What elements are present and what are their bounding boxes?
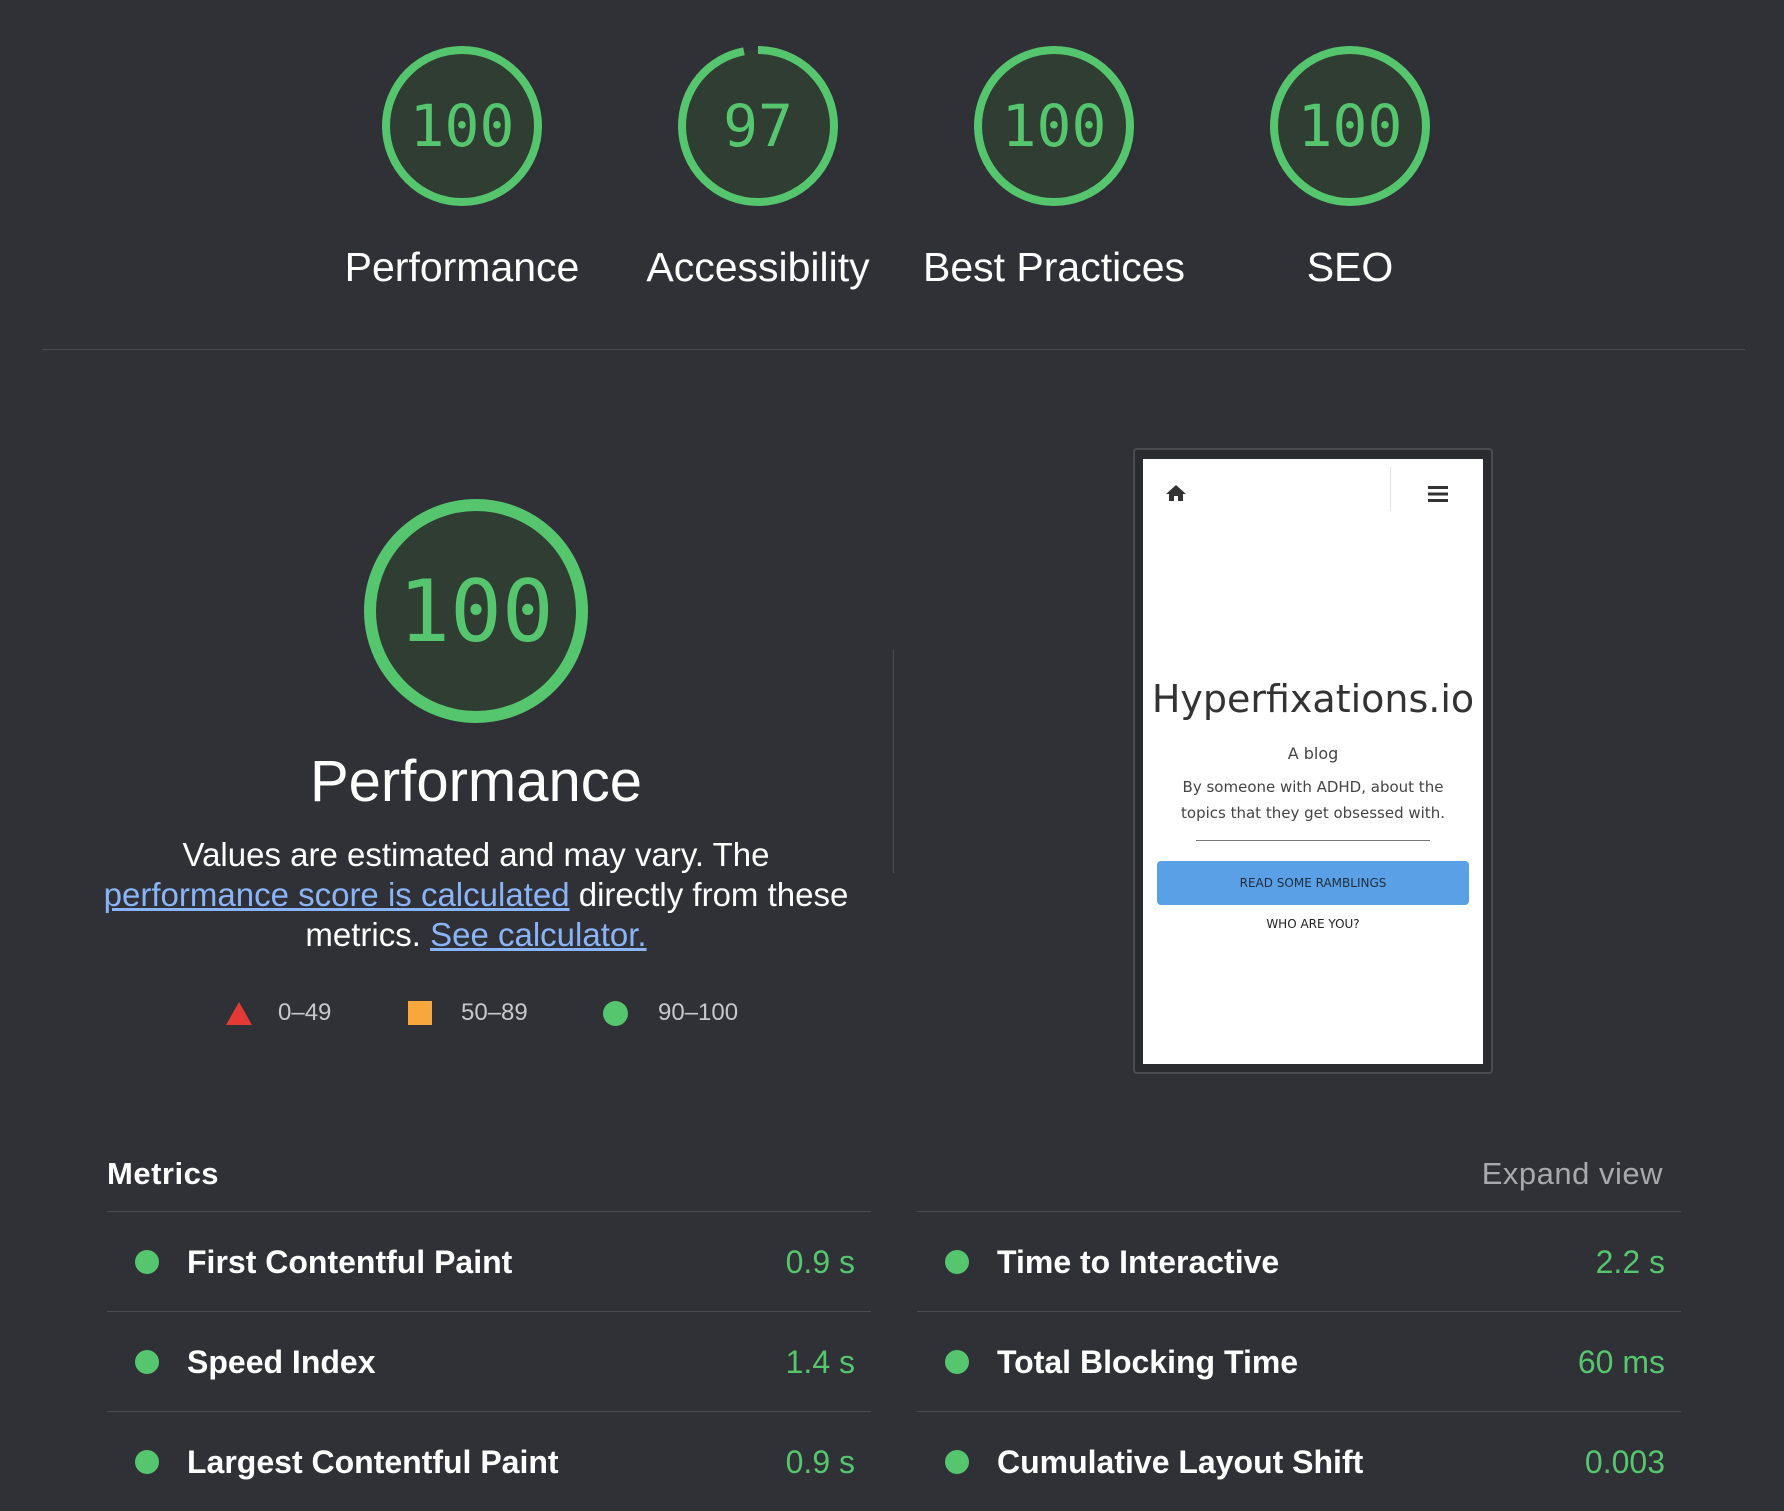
performance-description: Values are estimated and may vary. The p…	[100, 835, 852, 955]
gauge-best-practices-ring: 100	[974, 46, 1134, 206]
performance-title: Performance	[309, 749, 643, 814]
site-tagline: A blog	[1287, 744, 1339, 763]
legend-pass-label: 90–100	[658, 999, 739, 1026]
metric-value: 2.2 s	[1595, 1244, 1665, 1280]
metrics-heading: Metrics	[107, 1156, 220, 1191]
pass-circle-icon	[945, 1450, 969, 1474]
header-separator	[1390, 467, 1391, 511]
pass-circle-icon	[945, 1350, 969, 1374]
legend-pass: 90–100	[603, 999, 738, 1027]
fail-triangle-icon	[226, 1001, 252, 1025]
performance-score-link[interactable]: performance score is calculated	[104, 876, 570, 913]
gauge-seo-ring: 100	[1270, 46, 1430, 206]
gauge-accessibility[interactable]: 97 Accessibility	[610, 42, 906, 291]
gauge-accessibility-ring: 97	[678, 46, 838, 206]
metric-time-to-interactive: Time to Interactive 2.2 s	[917, 1211, 1681, 1311]
final-screenshot[interactable]: Hyperfixations.io A blog By someone with…	[1133, 448, 1493, 1074]
score-legend: 0–49 50–89 90–100	[226, 995, 746, 1035]
legend-average: 50–89	[408, 999, 528, 1027]
gauge-seo-score: 100	[1298, 92, 1403, 160]
screenshot-page: Hyperfixations.io A blog By someone with…	[1143, 459, 1483, 1064]
section-divider	[42, 349, 1745, 350]
gauge-performance[interactable]: 100 Performance	[314, 42, 610, 291]
pass-circle-icon	[135, 1350, 159, 1374]
metric-name: Largest Contentful Paint	[187, 1444, 559, 1480]
pass-circle-icon	[135, 1250, 159, 1274]
gauge-best-practices-label: Best Practices	[922, 244, 1186, 290]
metric-cumulative-layout-shift: Cumulative Layout Shift 0.003	[917, 1411, 1681, 1511]
category-gauges: 100 Performance 97 Accessibility 100 Bes…	[314, 42, 1498, 312]
gauge-accessibility-label: Accessibility	[646, 244, 870, 290]
gauge-seo-label: SEO	[1306, 244, 1394, 290]
home-icon	[1166, 485, 1186, 501]
metric-value: 0.9 s	[785, 1444, 855, 1480]
gauge-performance-score: 100	[410, 92, 515, 160]
gauge-accessibility-score: 97	[723, 92, 793, 160]
gauge-performance-label: Performance	[344, 244, 580, 290]
metric-value: 0.9 s	[785, 1244, 855, 1280]
performance-score-large: 100	[398, 562, 553, 662]
metrics-left-column: First Contentful Paint 0.9 s Speed Index…	[107, 1211, 871, 1511]
performance-gauge-large: 100	[364, 499, 588, 723]
desc-prefix: Values are estimated and may vary. The	[182, 836, 770, 873]
metric-value: 60 ms	[1577, 1344, 1665, 1380]
metric-value: 1.4 s	[785, 1344, 855, 1380]
metric-name: Speed Index	[187, 1344, 376, 1380]
who-are-you-link: WHO ARE YOU?	[1266, 917, 1360, 931]
site-title: Hyperfixations.io	[1151, 677, 1475, 721]
metric-largest-contentful-paint: Largest Contentful Paint 0.9 s	[107, 1411, 871, 1511]
legend-fail: 0–49	[226, 999, 331, 1027]
hamburger-menu-icon	[1428, 486, 1448, 502]
metric-name: Total Blocking Time	[997, 1344, 1299, 1380]
average-square-icon	[408, 1001, 432, 1025]
gauge-best-practices-score: 100	[1002, 92, 1107, 160]
expand-view-toggle[interactable]: Expand view	[1400, 1156, 1663, 1192]
metric-first-contentful-paint: First Contentful Paint 0.9 s	[107, 1211, 871, 1311]
pass-circle-icon	[135, 1450, 159, 1474]
legend-fail-label: 0–49	[278, 999, 332, 1026]
pass-circle-icon	[945, 1250, 969, 1274]
blurb-rule	[1196, 840, 1430, 841]
metrics-right-column: Time to Interactive 2.2 s Total Blocking…	[917, 1211, 1681, 1511]
metric-total-blocking-time: Total Blocking Time 60 ms	[917, 1311, 1681, 1411]
metric-value: 0.003	[1584, 1444, 1665, 1480]
metric-name: Time to Interactive	[997, 1244, 1280, 1280]
gauge-seo[interactable]: 100 SEO	[1202, 42, 1498, 291]
metric-speed-index: Speed Index 1.4 s	[107, 1311, 871, 1411]
vertical-divider	[893, 650, 894, 873]
legend-average-label: 50–89	[461, 999, 528, 1026]
metric-name: First Contentful Paint	[187, 1244, 513, 1280]
site-blurb: By someone with ADHD, about the topics t…	[1181, 778, 1445, 822]
metric-name: Cumulative Layout Shift	[997, 1444, 1364, 1480]
gauge-best-practices[interactable]: 100 Best Practices	[906, 42, 1202, 291]
pass-circle-icon	[603, 1000, 628, 1026]
gauge-performance-ring: 100	[382, 46, 542, 206]
read-ramblings-button: READ SOME RAMBLINGS	[1157, 861, 1469, 905]
see-calculator-link[interactable]: See calculator.	[430, 916, 646, 953]
